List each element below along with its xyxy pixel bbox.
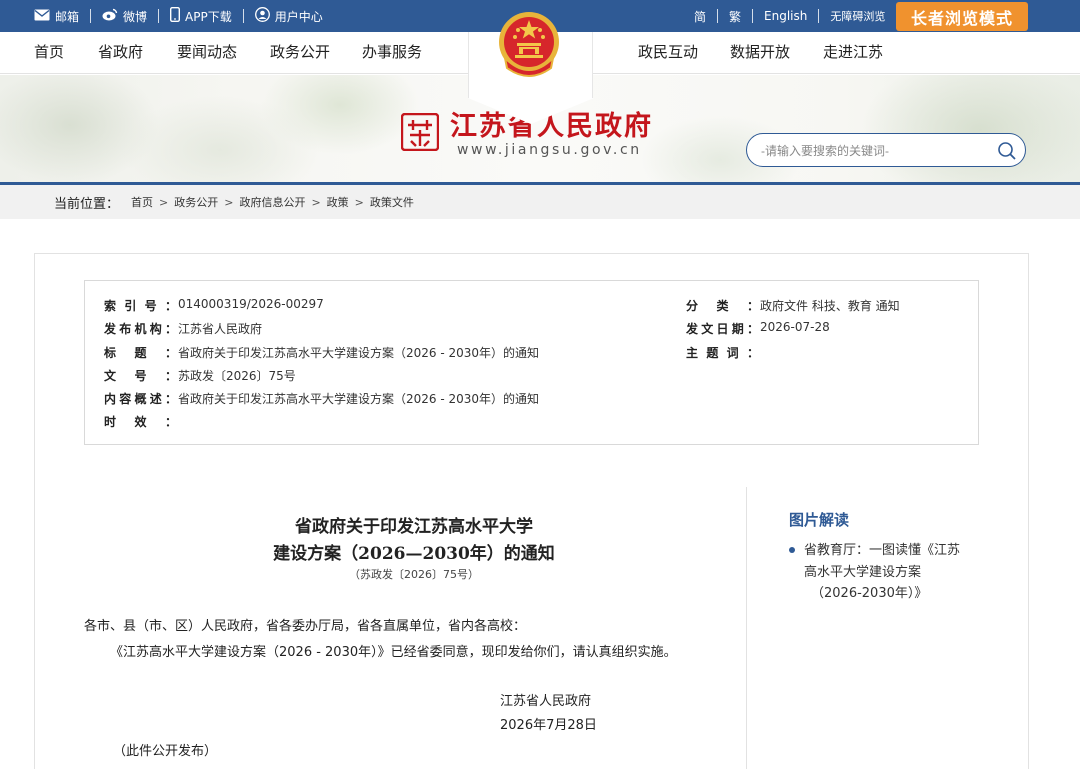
divider [242,9,244,23]
article-body: 《江苏高水平大学建设方案（2026 - 2030年）》已经省委同意，现印发给你们… [110,645,677,660]
nav-news[interactable]: 要闻动态 [177,32,237,74]
nav-provincial-gov[interactable]: 省政府 [98,32,143,74]
meta-key: 分类： [686,299,759,313]
meta-row-title: 标题： 省政府关于印发江苏高水平大学建设方案（2026 - 2030年）的通知 [104,344,539,361]
breadcrumb-bar: 当前位置： 首页 > 政务公开 > 政府信息公开 > 政策 > 政策文件 [0,185,1080,219]
english-link[interactable]: English [764,9,807,23]
breadcrumb-info-disclosure[interactable]: 政府信息公开 [239,194,305,210]
mail-label: 邮箱 [55,9,80,24]
breadcrumb-separator: > [311,195,321,209]
nav-about-jiangsu[interactable]: 走进江苏 [823,32,883,74]
article-recipients: 各市、县（市、区）人民政府，省各委办厅局，省各直属单位，省内各高校： [84,619,527,634]
sidebar-item-line-2: 高水平大学建设方案 [804,564,922,580]
top-left-links: 邮箱 微博 APP下载 用户中心 [34,0,323,32]
phone-icon [170,6,181,25]
mail-icon [34,9,50,24]
meta-row-index: 索引号： 014000319/2026-00297 [104,297,324,314]
meta-row-issue-date: 发文日期： 2026-07-28 [686,320,830,337]
sidebar-item-line-3: （2026-2030年）》 [811,586,928,601]
meta-row-doc-number: 文号： 苏政发〔2026〕75号 [104,367,296,384]
accessibility-link[interactable]: 无障碍浏览 [830,8,885,24]
breadcrumb-label: 当前位置： [54,196,120,212]
meta-value: 省政府关于印发江苏高水平大学建设方案（2026 - 2030年）的通知 [178,392,540,406]
meta-row-publisher: 发布机构： 江苏省人民政府 [104,320,262,337]
sidebar-title: 图片解读 [789,511,850,529]
column-divider [746,487,747,769]
meta-value: 江苏省人民政府 [178,322,263,336]
jiangsu-logo-icon[interactable] [400,112,440,152]
traditional-chinese-link[interactable]: 繁 [729,8,741,25]
breadcrumb-home[interactable]: 首页 [131,194,153,210]
meta-key: 发布机构： [104,322,177,336]
app-download-label: APP下载 [185,9,232,24]
meta-row-keywords: 主题词： [686,344,760,361]
user-center-link[interactable]: 用户中心 [254,7,323,25]
breadcrumb-policy[interactable]: 政策 [327,194,349,210]
meta-row-validity: 时效： [104,413,178,430]
meta-row-category: 分类： 政府文件 科技、教育 通知 [686,297,900,314]
meta-key: 时效： [104,415,177,429]
breadcrumb-policy-docs[interactable]: 政策文件 [370,194,414,210]
meta-key: 发文日期： [686,322,759,336]
meta-key: 文号： [104,369,177,383]
weibo-link[interactable]: 微博 [102,8,147,25]
meta-key: 主题词： [686,346,759,360]
weibo-label: 微博 [123,9,148,24]
language-links: 简 繁 English 无障碍浏览 [694,0,885,32]
breadcrumb-gov-affairs[interactable]: 政务公开 [174,194,218,210]
article-date: 2026年7月28日 [500,718,597,733]
elder-mode-button[interactable]: 长者浏览模式 [896,2,1028,31]
nav-services[interactable]: 办事服务 [362,32,422,74]
meta-key: 内容概述： [104,392,177,406]
meta-key: 标题： [104,346,177,360]
nav-gov-affairs[interactable]: 政务公开 [270,32,330,74]
meta-row-summary: 内容概述： 省政府关于印发江苏高水平大学建设方案（2026 - 2030年）的通… [104,390,539,407]
sidebar-item-line-1: 省教育厅：一图读懂《江苏 [804,543,961,558]
weibo-icon [102,8,118,24]
mail-link[interactable]: 邮箱 [34,8,79,25]
user-center-label: 用户中心 [274,9,323,24]
meta-key: 索引号： [104,299,177,313]
breadcrumb: 当前位置： 首页 > 政务公开 > 政府信息公开 > 政策 > 政策文件 [54,185,414,219]
article-title-line-2: 建设方案（2026—2030年）的通知 [273,544,555,564]
meta-value: 苏政发〔2026〕75号 [178,369,296,383]
search-input[interactable] [761,141,986,161]
user-icon [254,7,270,25]
bullet-icon [789,547,795,553]
nav-open-data[interactable]: 数据开放 [730,32,790,74]
breadcrumb-separator: > [224,195,234,209]
article-signature: 江苏省人民政府 [500,694,592,709]
article-title-line-1: 省政府关于印发江苏高水平大学 [295,517,533,537]
article-note: （此件公开发布） [113,744,218,759]
divider [90,9,92,23]
app-download-link[interactable]: APP下载 [170,6,232,25]
divider [818,9,820,23]
nav-home[interactable]: 首页 [34,32,64,74]
sidebar-item-infographic[interactable]: 省教育厅：一图读懂《江苏 高水平大学建设方案 （2026-2030年）》 [789,540,979,605]
article-doc-number: （苏政发〔2026〕75号） [349,568,479,581]
meta-value: 014000319/2026-00297 [178,297,324,311]
nav-interaction[interactable]: 政民互动 [638,32,698,74]
breadcrumb-separator: > [159,195,169,209]
site-url: www.jiangsu.gov.cn [457,142,642,158]
simplified-chinese-link[interactable]: 简 [694,8,706,25]
divider [717,9,719,23]
meta-value: 省政府关于印发江苏高水平大学建设方案（2026 - 2030年）的通知 [178,346,540,360]
divider [752,9,754,23]
national-emblem-icon[interactable] [497,10,561,80]
breadcrumb-separator: > [354,195,364,209]
divider [158,9,160,23]
meta-value: 政府文件 科技、教育 通知 [760,299,900,313]
meta-value: 2026-07-28 [760,320,830,334]
search-box [746,133,1026,167]
search-icon[interactable] [997,141,1017,161]
